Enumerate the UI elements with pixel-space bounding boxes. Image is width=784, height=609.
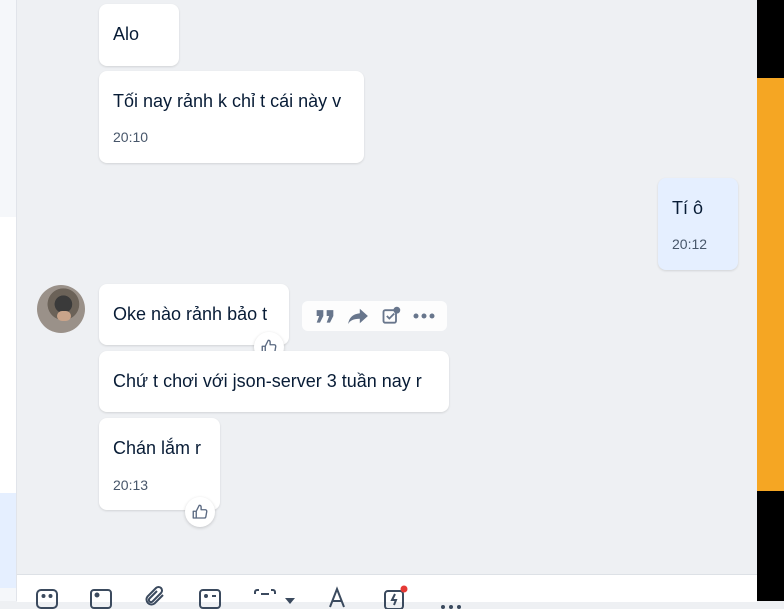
sticker-icon[interactable] xyxy=(34,585,60,609)
add-task-icon[interactable] xyxy=(378,303,404,329)
dropdown-caret-icon[interactable] xyxy=(283,585,297,607)
message-time: 20:13 xyxy=(113,477,149,493)
conversation-list-item-selected[interactable] xyxy=(0,493,16,588)
message-time: 20:12 xyxy=(672,236,708,252)
conversation-list-edge xyxy=(0,0,17,601)
conversation-list-item[interactable] xyxy=(0,217,16,493)
attachment-icon[interactable] xyxy=(142,585,168,607)
composer-toolbar xyxy=(17,574,757,609)
message-text: Tí ô xyxy=(672,198,704,218)
forward-icon[interactable] xyxy=(345,303,371,329)
background-accent xyxy=(757,78,784,491)
text-format-icon[interactable] xyxy=(328,585,354,608)
more-icon[interactable] xyxy=(411,303,437,329)
message-text: Alo xyxy=(113,24,140,44)
message-text: Chán lắm r xyxy=(113,438,202,458)
message-list[interactable]: Alo Tối nay rảnh k chỉ t cái này v 20:10… xyxy=(17,0,757,574)
thumbs-up-icon xyxy=(192,504,208,519)
sender-avatar[interactable] xyxy=(37,285,85,333)
message-bubble-outgoing[interactable]: Tí ô 20:12 xyxy=(658,178,738,270)
message-time: 20:10 xyxy=(113,129,149,145)
reaction-button[interactable] xyxy=(185,497,215,527)
quick-message-icon[interactable] xyxy=(383,585,409,609)
message-bubble[interactable]: Tối nay rảnh k chỉ t cái này v 20:10 xyxy=(99,71,364,163)
message-text: Tối nay rảnh k chỉ t cái này v xyxy=(113,91,342,111)
contact-card-icon[interactable] xyxy=(197,585,223,609)
message-action-bar xyxy=(302,301,447,331)
quote-icon[interactable] xyxy=(312,303,338,329)
window-edge xyxy=(757,0,784,601)
message-bubble[interactable]: Chứ t chơi với json-server 3 tuần nay r xyxy=(99,351,449,412)
image-icon[interactable] xyxy=(88,585,114,609)
message-text: Chứ t chơi với json-server 3 tuần nay r xyxy=(113,371,422,391)
avatar-photo-detail xyxy=(57,311,71,321)
more-options-icon[interactable] xyxy=(438,585,464,609)
message-bubble[interactable]: Alo xyxy=(99,4,179,66)
message-text: Oke nào rảnh bảo t xyxy=(113,304,268,324)
screenshot-icon[interactable] xyxy=(252,585,278,607)
